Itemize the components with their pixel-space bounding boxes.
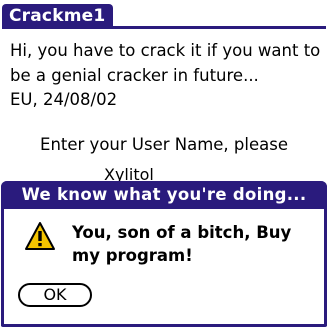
intro-line-3: EU, 24/08/02: [10, 90, 118, 109]
alert-title: We know what you're doing...: [1, 181, 327, 209]
alert-message: You, son of a bitch, Buy my program!: [72, 221, 322, 267]
username-prompt: Enter your User Name, please: [40, 135, 288, 154]
alert-message-line-1: You, son of a bitch, Buy: [72, 223, 292, 242]
ok-button[interactable]: OK: [18, 283, 92, 307]
intro-line-1: Hi, you have to crack it if you want to: [10, 41, 321, 60]
crackme-screen: Crackme1 Hi, you have to crack it if you…: [0, 0, 328, 328]
intro-line-2: be a genial cracker in future...: [10, 66, 259, 85]
alert-dialog: We know what you're doing... You, son of…: [1, 181, 327, 327]
title-underline: [2, 26, 326, 29]
alert-message-line-2: my program!: [72, 246, 193, 265]
warning-icon: [24, 221, 56, 251]
form-title: Crackme1: [2, 4, 114, 28]
